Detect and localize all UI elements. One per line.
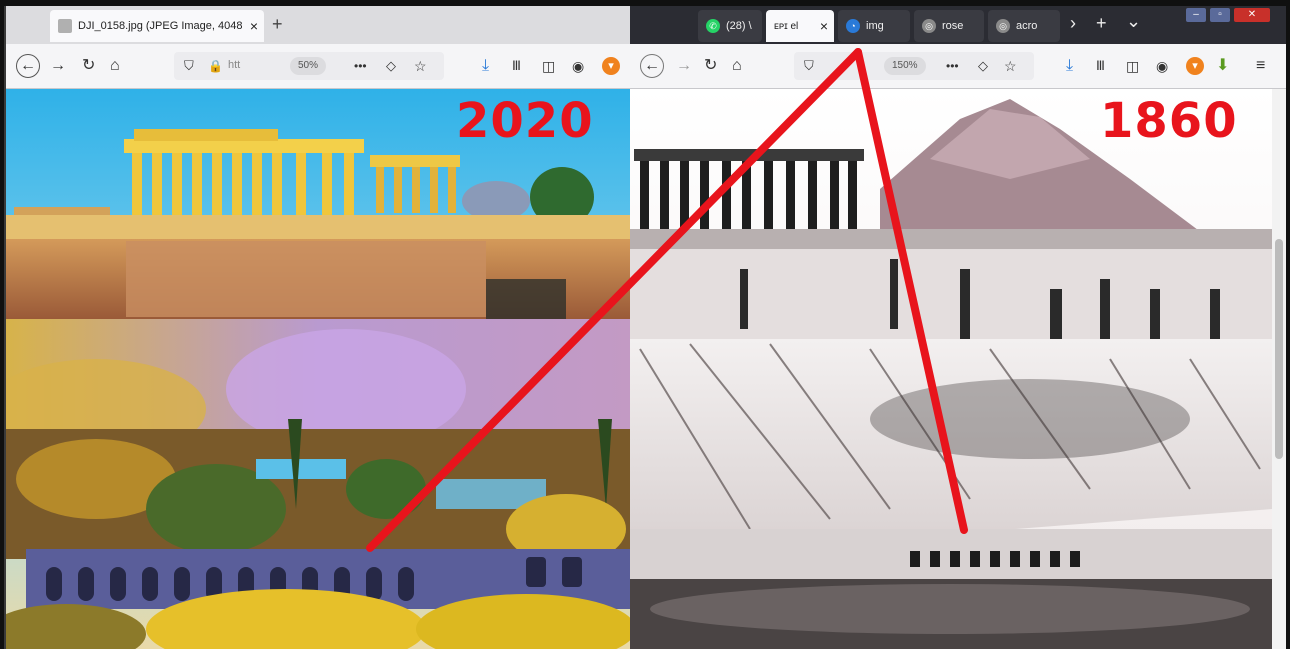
acropolis-1860-photo bbox=[630, 89, 1272, 649]
tab-label: rose bbox=[942, 20, 964, 32]
lock-icon[interactable]: 🔒 bbox=[208, 56, 223, 76]
shield-icon[interactable]: ⛉ bbox=[804, 56, 814, 76]
year-label-2020: 2020 bbox=[456, 93, 594, 149]
extension-icon[interactable]: ▾ bbox=[1186, 57, 1204, 75]
sidebar-icon[interactable]: ◫ bbox=[542, 56, 555, 76]
year-label-1860: 1860 bbox=[1100, 93, 1238, 149]
right-tab-strip: ✆ (28) \ ᴇᴘɪ el × ◔ img ◎ rose ◎ acro › … bbox=[630, 6, 1286, 44]
chrome-globe-icon: ◎ bbox=[996, 19, 1010, 33]
extension-icon[interactable]: ▾ bbox=[602, 57, 620, 75]
left-url-bar[interactable]: ⛉ 🔒 htt 50% ••• ◇ ☆ bbox=[174, 52, 444, 80]
downloads-icon[interactable]: ⤓ bbox=[482, 56, 489, 76]
tab-whatsapp[interactable]: ✆ (28) \ bbox=[698, 10, 762, 42]
right-zoom-indicator[interactable]: 150% bbox=[884, 57, 926, 75]
left-image-content: 2020 bbox=[6, 89, 630, 649]
tab-active[interactable]: ᴇᴘɪ el × bbox=[766, 10, 834, 42]
chrome-globe-icon: ◎ bbox=[922, 19, 936, 33]
home-icon[interactable]: ⌂ bbox=[732, 56, 742, 76]
new-tab-button[interactable]: + bbox=[1096, 13, 1107, 34]
home-icon[interactable]: ⌂ bbox=[110, 56, 120, 76]
reload-icon[interactable]: ↻ bbox=[704, 56, 717, 76]
whatsapp-icon: ✆ bbox=[706, 19, 720, 33]
library-icon[interactable]: Ⅲ bbox=[1096, 56, 1105, 76]
close-window-icon[interactable]: ✕ bbox=[1234, 8, 1270, 22]
close-tab-icon[interactable]: × bbox=[820, 18, 828, 34]
left-nav-bar: ← → ↻ ⌂ ⛉ 🔒 htt 50% ••• ◇ ☆ ⤓ Ⅲ ◫ ◉ ▾ bbox=[6, 44, 630, 89]
right-url-bar[interactable]: ⛉ 150% ••• ◇ ☆ bbox=[794, 52, 1034, 80]
download-extension-icon[interactable]: ⬇ bbox=[1216, 56, 1229, 76]
tab-rose[interactable]: ◎ rose bbox=[914, 10, 984, 42]
reload-icon[interactable]: ↻ bbox=[82, 56, 95, 76]
scrollbar-thumb[interactable] bbox=[1275, 239, 1283, 459]
back-arrow-icon[interactable]: ← bbox=[16, 54, 40, 78]
downloads-icon[interactable]: ⤓ bbox=[1066, 56, 1073, 76]
account-icon[interactable]: ◉ bbox=[572, 56, 584, 76]
shield-icon[interactable]: ⛉ bbox=[184, 56, 194, 76]
page-actions-icon[interactable]: ••• bbox=[946, 56, 959, 76]
right-browser-window: ✆ (28) \ ᴇᴘɪ el × ◔ img ◎ rose ◎ acro › … bbox=[630, 6, 1286, 649]
tab-label: ᴇᴘɪ el bbox=[774, 20, 799, 32]
vertical-scrollbar[interactable] bbox=[1272, 89, 1286, 649]
tab-overflow-icon[interactable]: › bbox=[1070, 13, 1076, 34]
back-arrow-icon[interactable]: ← bbox=[640, 54, 664, 78]
left-zoom-indicator[interactable]: 50% bbox=[290, 57, 327, 75]
acropolis-2020-photo bbox=[6, 89, 630, 649]
minimize-icon[interactable]: ‒ bbox=[1186, 8, 1206, 22]
image-file-icon bbox=[58, 19, 72, 33]
close-tab-icon[interactable]: × bbox=[250, 18, 258, 34]
tab-label: acro bbox=[1016, 20, 1038, 32]
left-url-text: htt bbox=[228, 59, 241, 71]
library-icon[interactable]: Ⅲ bbox=[512, 56, 521, 76]
pocket-icon[interactable]: ◇ bbox=[978, 56, 988, 76]
forward-arrow-icon[interactable]: → bbox=[676, 56, 692, 76]
menu-icon[interactable]: ≡ bbox=[1256, 56, 1265, 76]
bookmark-star-icon[interactable]: ☆ bbox=[1004, 56, 1017, 76]
right-image-content: 1860 bbox=[630, 89, 1286, 649]
account-icon[interactable]: ◉ bbox=[1156, 56, 1168, 76]
right-nav-bar: ← → ↻ ⌂ ⛉ 150% ••• ◇ ☆ ⤓ Ⅲ ◫ ◉ ▾ ⬇ ≡ bbox=[630, 44, 1286, 89]
bookmark-star-icon[interactable]: ☆ bbox=[414, 56, 427, 76]
forward-arrow-icon[interactable]: → bbox=[50, 56, 66, 76]
new-tab-button[interactable]: + bbox=[272, 14, 283, 35]
image-search-icon: ◔ bbox=[846, 19, 860, 33]
tab-img[interactable]: ◔ img bbox=[838, 10, 910, 42]
page-actions-icon[interactable]: ••• bbox=[354, 56, 367, 76]
tab-label: (28) \ bbox=[726, 20, 752, 32]
left-active-tab[interactable]: DJI_0158.jpg (JPEG Image, 4048 × bbox=[50, 10, 264, 42]
tab-acro[interactable]: ◎ acro bbox=[988, 10, 1060, 42]
sidebar-icon[interactable]: ◫ bbox=[1126, 56, 1139, 76]
maximize-icon[interactable]: ▫ bbox=[1210, 8, 1230, 22]
pocket-icon[interactable]: ◇ bbox=[386, 56, 396, 76]
left-browser-window: DJI_0158.jpg (JPEG Image, 4048 × + ← → ↻… bbox=[4, 6, 630, 649]
left-tab-strip: DJI_0158.jpg (JPEG Image, 4048 × + bbox=[6, 6, 630, 44]
tab-label: img bbox=[866, 20, 884, 32]
left-tab-title: DJI_0158.jpg (JPEG Image, 4048 bbox=[78, 20, 243, 32]
list-all-tabs-icon[interactable]: ⌄ bbox=[1126, 11, 1141, 32]
